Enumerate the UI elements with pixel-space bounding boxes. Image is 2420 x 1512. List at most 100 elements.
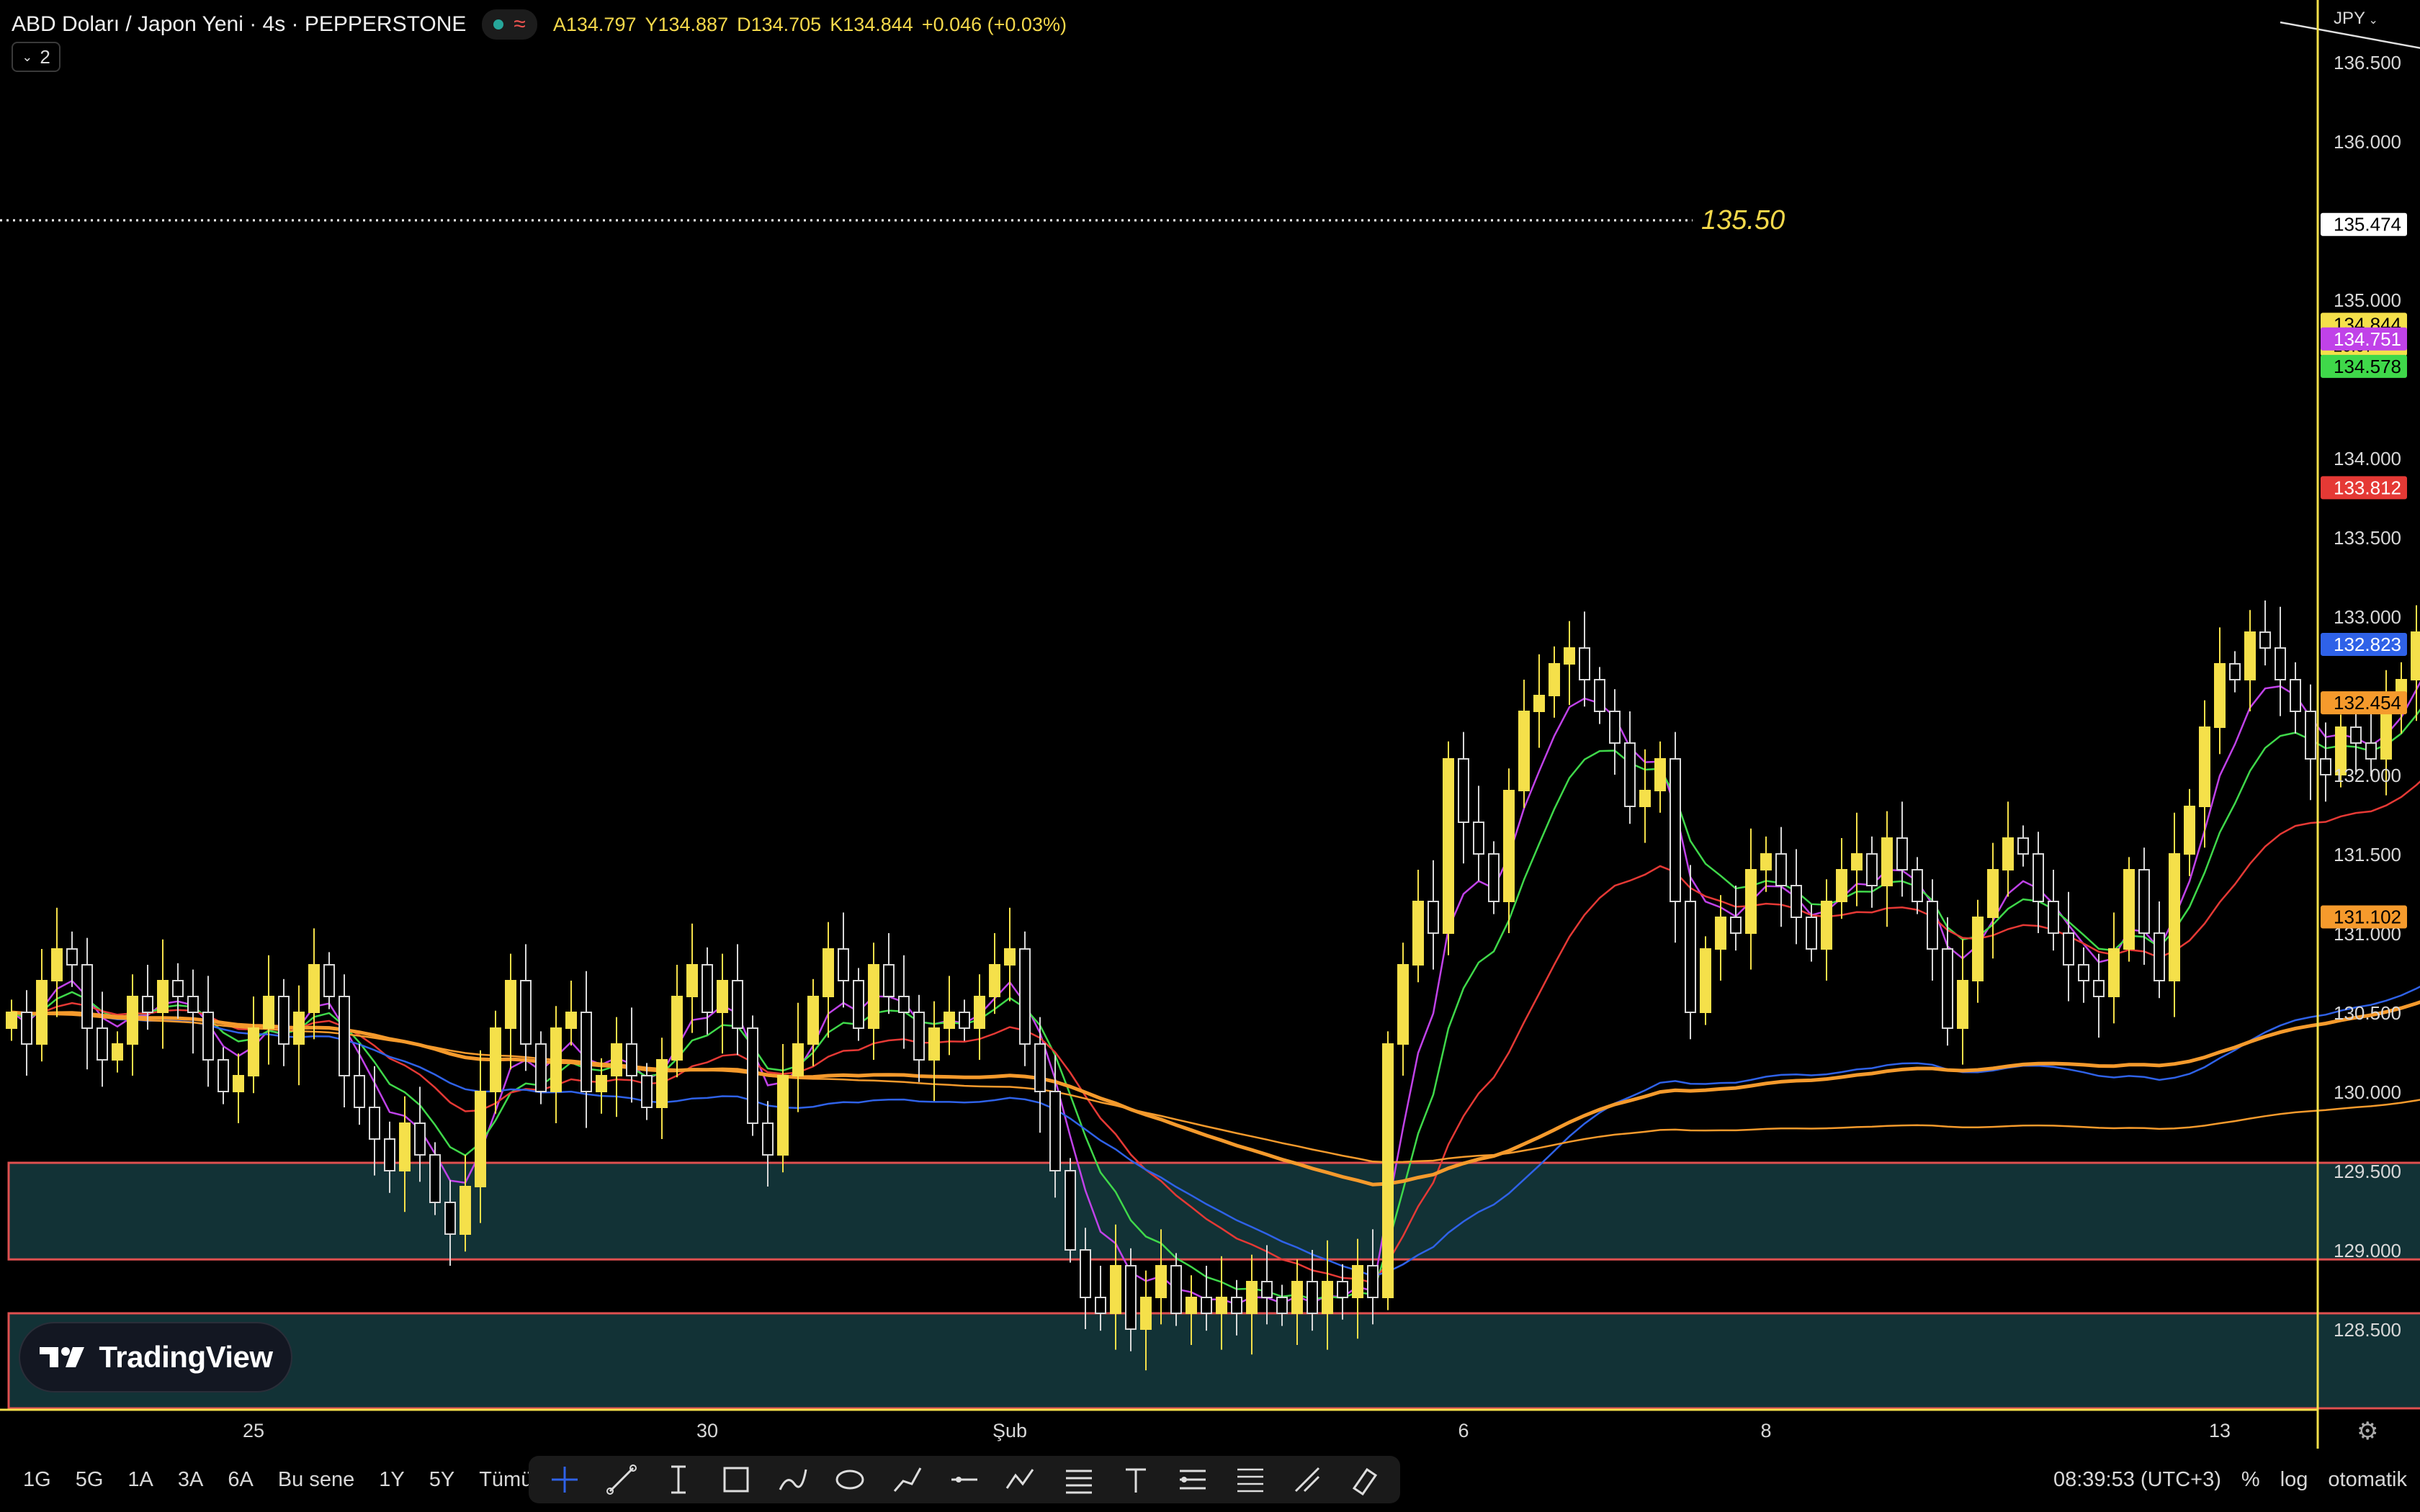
candle[interactable]	[2108, 948, 2120, 997]
candle[interactable]	[66, 948, 78, 966]
candle[interactable]	[2380, 711, 2392, 760]
candle[interactable]	[1654, 758, 1666, 791]
candle[interactable]	[248, 1027, 259, 1076]
candle[interactable]	[641, 1075, 653, 1108]
candle[interactable]	[1291, 1281, 1303, 1314]
candle[interactable]	[2259, 631, 2271, 649]
candle[interactable]	[81, 964, 93, 1029]
candle[interactable]	[2078, 964, 2089, 981]
candle[interactable]	[1322, 1281, 1333, 1314]
candle[interactable]	[928, 1027, 940, 1061]
candle[interactable]	[1685, 901, 1696, 1013]
candle[interactable]	[1806, 917, 1817, 950]
ray-icon[interactable]	[944, 1459, 985, 1500]
candle[interactable]	[1881, 837, 1893, 886]
range-button-8[interactable]: 5Y	[429, 1468, 454, 1492]
candle[interactable]	[1942, 948, 1953, 1029]
candle[interactable]	[762, 1122, 774, 1156]
candle[interactable]	[792, 1043, 804, 1076]
range-button-2[interactable]: 5G	[76, 1468, 104, 1492]
candle[interactable]	[1957, 980, 1968, 1029]
candle[interactable]	[1231, 1297, 1242, 1314]
candle[interactable]	[1170, 1265, 1182, 1314]
candle[interactable]	[2138, 869, 2150, 934]
candle[interactable]	[565, 1012, 577, 1029]
candle[interactable]	[1775, 853, 1787, 886]
log-toggle[interactable]: log	[2280, 1468, 2308, 1492]
candle[interactable]	[1927, 901, 1938, 950]
candle[interactable]	[989, 964, 1000, 997]
crosshair-icon[interactable]	[544, 1459, 585, 1500]
candle[interactable]	[1594, 679, 1605, 712]
candle[interactable]	[2033, 853, 2044, 902]
range-button-4[interactable]: 3A	[178, 1468, 203, 1492]
candle[interactable]	[1533, 695, 1545, 712]
candle[interactable]	[1896, 837, 1908, 870]
candle[interactable]	[959, 1012, 970, 1029]
candle[interactable]	[1972, 917, 1984, 981]
candle[interactable]	[6, 1012, 17, 1029]
candle[interactable]	[1549, 663, 1560, 696]
candle[interactable]	[1216, 1297, 1227, 1314]
candle[interactable]	[233, 1075, 244, 1092]
candle[interactable]	[1201, 1297, 1212, 1314]
candle[interactable]	[898, 996, 910, 1013]
candle[interactable]	[1367, 1265, 1379, 1298]
candle[interactable]	[686, 964, 698, 997]
candle[interactable]	[308, 964, 320, 1013]
candle[interactable]	[1700, 948, 1711, 1013]
candle[interactable]	[1352, 1265, 1363, 1298]
candle[interactable]	[1624, 742, 1636, 807]
candle[interactable]	[339, 996, 350, 1076]
candle[interactable]	[1715, 917, 1726, 950]
candle[interactable]	[460, 1186, 471, 1235]
demand-zone-2[interactable]	[7, 1312, 2420, 1410]
candle[interactable]	[1670, 758, 1681, 902]
candle[interactable]	[505, 980, 516, 1029]
candle[interactable]	[838, 948, 849, 981]
candle[interactable]	[1503, 790, 1515, 902]
candle[interactable]	[1760, 853, 1772, 870]
candle[interactable]	[1443, 758, 1454, 934]
candle[interactable]	[823, 948, 834, 997]
candle[interactable]	[2365, 742, 2377, 760]
candle[interactable]	[1639, 790, 1651, 807]
market-status[interactable]: ≈	[482, 9, 537, 40]
candle[interactable]	[777, 1075, 789, 1156]
candle[interactable]	[369, 1107, 380, 1140]
candle[interactable]	[1745, 869, 1757, 934]
candle[interactable]	[414, 1122, 426, 1156]
candle[interactable]	[157, 980, 169, 1013]
fib-retracement-icon[interactable]	[1173, 1459, 1213, 1500]
candle[interactable]	[1019, 948, 1031, 1045]
range-button-3[interactable]: 1A	[127, 1468, 153, 1492]
candle[interactable]	[1049, 1091, 1061, 1171]
ma-line-3[interactable]	[11, 397, 2420, 1284]
ellipse-icon[interactable]	[830, 1459, 870, 1500]
candle[interactable]	[974, 996, 985, 1029]
range-button-9[interactable]: Tümü	[479, 1468, 532, 1492]
candle[interactable]	[112, 1043, 123, 1061]
candle[interactable]	[656, 1059, 668, 1108]
candle[interactable]	[1261, 1281, 1273, 1298]
ma-line-1[interactable]	[11, 332, 2420, 1305]
tradingview-logo[interactable]: TradingView	[19, 1322, 292, 1392]
candle[interactable]	[1065, 1170, 1076, 1251]
candle[interactable]	[1564, 647, 1575, 665]
candle[interactable]	[2048, 901, 2059, 934]
candle[interactable]	[1518, 711, 1530, 791]
candle[interactable]	[2169, 853, 2180, 981]
candle[interactable]	[1851, 853, 1863, 870]
candle[interactable]	[1337, 1281, 1348, 1298]
candle[interactable]	[127, 996, 138, 1045]
candle[interactable]	[51, 948, 63, 981]
candle[interactable]	[1412, 901, 1424, 966]
candle[interactable]	[1428, 901, 1439, 934]
symbol-title[interactable]: ABD Doları / Japon Yeni · 4s · PEPPERSTO…	[12, 12, 466, 37]
candle[interactable]	[550, 1027, 562, 1092]
candle[interactable]	[883, 964, 895, 997]
candle[interactable]	[520, 980, 532, 1045]
candle[interactable]	[853, 980, 864, 1029]
candle[interactable]	[626, 1043, 637, 1076]
candle[interactable]	[444, 1202, 456, 1235]
